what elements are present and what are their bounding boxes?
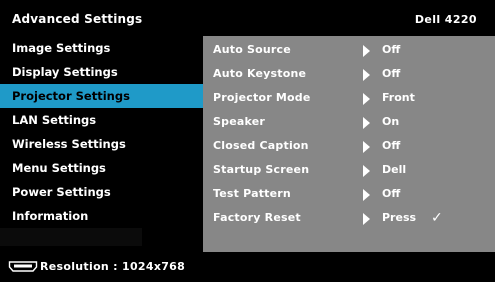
setting-label: Projector Mode bbox=[213, 91, 311, 104]
arrow-right-icon bbox=[363, 189, 370, 201]
setting-row-test-pattern[interactable]: Test Pattern Off bbox=[203, 182, 495, 206]
osd-header: Advanced Settings Dell 4220 bbox=[0, 0, 495, 36]
sidebar-filler bbox=[0, 228, 142, 246]
setting-row-closed-caption[interactable]: Closed Caption Off bbox=[203, 134, 495, 158]
arrow-right-icon bbox=[363, 69, 370, 81]
menu-title: Advanced Settings bbox=[12, 12, 143, 26]
setting-label: Factory Reset bbox=[213, 211, 301, 224]
setting-value: Off bbox=[382, 139, 401, 152]
arrow-right-icon bbox=[363, 93, 370, 105]
osd-menu: Advanced Settings Dell 4220 Image Settin… bbox=[0, 0, 495, 282]
arrow-right-icon bbox=[363, 165, 370, 177]
resolution-readout: Resolution : 1024x768 bbox=[40, 260, 186, 273]
projector-settings-panel: Auto Source Off Auto Keystone Off Projec… bbox=[203, 36, 495, 252]
sidebar-item-label: Menu Settings bbox=[12, 161, 106, 175]
status-bar: Resolution : 1024x768 bbox=[0, 252, 495, 282]
hdmi-icon bbox=[8, 261, 38, 272]
sidebar-item-power-settings[interactable]: Power Settings bbox=[0, 180, 203, 204]
setting-label: Auto Source bbox=[213, 43, 291, 56]
sidebar-item-label: Information bbox=[12, 209, 89, 223]
setting-value: Press bbox=[382, 211, 417, 224]
sidebar-item-projector-settings[interactable]: Projector Settings bbox=[0, 84, 203, 108]
setting-value: Front bbox=[382, 91, 415, 104]
sidebar-item-lan-settings[interactable]: LAN Settings bbox=[0, 108, 203, 132]
setting-row-speaker[interactable]: Speaker On bbox=[203, 110, 495, 134]
setting-label: Speaker bbox=[213, 115, 265, 128]
setting-label: Auto Keystone bbox=[213, 67, 307, 80]
setting-row-projector-mode[interactable]: Projector Mode Front bbox=[203, 86, 495, 110]
arrow-right-icon bbox=[363, 117, 370, 129]
setting-value: Off bbox=[382, 187, 401, 200]
setting-value: Off bbox=[382, 67, 401, 80]
setting-row-factory-reset[interactable]: Factory Reset Press ✓ bbox=[203, 206, 495, 230]
sidebar-item-display-settings[interactable]: Display Settings bbox=[0, 60, 203, 84]
sidebar-item-label: Projector Settings bbox=[12, 89, 130, 103]
setting-label: Test Pattern bbox=[213, 187, 291, 200]
arrow-right-icon bbox=[363, 45, 370, 57]
arrow-right-icon bbox=[363, 213, 370, 225]
sidebar-item-label: Display Settings bbox=[12, 65, 118, 79]
setting-row-startup-screen[interactable]: Startup Screen Dell bbox=[203, 158, 495, 182]
setting-row-auto-keystone[interactable]: Auto Keystone Off bbox=[203, 62, 495, 86]
setting-value: On bbox=[382, 115, 400, 128]
setting-label: Closed Caption bbox=[213, 139, 309, 152]
sidebar-item-label: Wireless Settings bbox=[12, 137, 126, 151]
sidebar-item-information[interactable]: Information bbox=[0, 204, 203, 228]
sidebar-item-label: LAN Settings bbox=[12, 113, 97, 127]
arrow-right-icon bbox=[363, 141, 370, 153]
sidebar-item-image-settings[interactable]: Image Settings bbox=[0, 36, 203, 60]
sidebar-item-label: Image Settings bbox=[12, 41, 111, 55]
setting-value: Off bbox=[382, 43, 401, 56]
setting-label: Startup Screen bbox=[213, 163, 310, 176]
setting-value: Dell bbox=[382, 163, 407, 176]
sidebar-item-menu-settings[interactable]: Menu Settings bbox=[0, 156, 203, 180]
setting-row-auto-source[interactable]: Auto Source Off bbox=[203, 38, 495, 62]
projector-model: Dell 4220 bbox=[414, 13, 477, 26]
checkmark-icon: ✓ bbox=[431, 210, 443, 226]
sidebar-item-label: Power Settings bbox=[12, 185, 111, 199]
sidebar-item-wireless-settings[interactable]: Wireless Settings bbox=[0, 132, 203, 156]
